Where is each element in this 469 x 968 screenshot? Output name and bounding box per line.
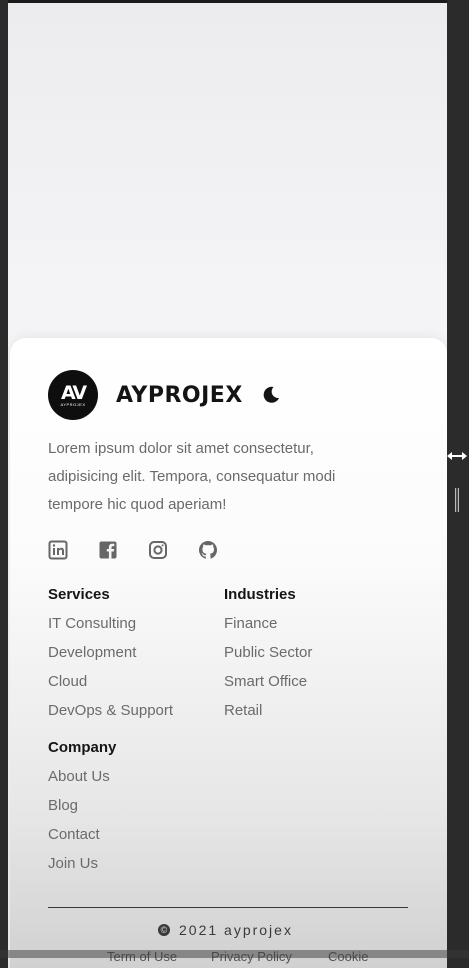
resize-handle[interactable]	[455, 488, 459, 512]
instagram-icon[interactable]	[148, 540, 168, 560]
page-viewport: AV AYPROJEX AYPROJEX Lorem ipsum dolor s…	[8, 0, 447, 968]
link-finance[interactable]: Finance	[224, 615, 277, 632]
link-join-us[interactable]: Join Us	[48, 855, 98, 872]
top-bar	[8, 0, 447, 3]
link-blog[interactable]: Blog	[48, 797, 78, 814]
link-cloud[interactable]: Cloud	[48, 673, 87, 690]
link-smart-office[interactable]: Smart Office	[224, 673, 307, 690]
horizontal-scrollbar[interactable]	[0, 950, 469, 958]
logo-subtext: AYPROJEX	[60, 401, 86, 407]
footer-divider	[48, 907, 408, 908]
footer-brand: AV AYPROJEX AYPROJEX	[48, 370, 281, 420]
services-title: Services	[48, 586, 110, 603]
linkedin-icon[interactable]	[48, 540, 68, 560]
brand-logo[interactable]: AV AYPROJEX	[48, 370, 98, 420]
link-contact[interactable]: Contact	[48, 826, 100, 843]
link-retail[interactable]: Retail	[224, 702, 262, 719]
link-it-consulting[interactable]: IT Consulting	[48, 615, 136, 632]
link-public-sector[interactable]: Public Sector	[224, 644, 312, 661]
logo-mark: AV	[60, 381, 87, 404]
footer-description: Lorem ipsum dolor sit amet consectetur, …	[48, 440, 336, 513]
link-development[interactable]: Development	[48, 644, 136, 661]
company-title: Company	[48, 739, 117, 756]
industries-title: Industries	[224, 586, 296, 603]
moon-icon[interactable]	[261, 385, 281, 405]
github-icon[interactable]	[198, 540, 218, 560]
link-about-us[interactable]: About Us	[48, 768, 110, 785]
copyright-icon: ©	[158, 924, 170, 936]
facebook-icon[interactable]	[98, 540, 118, 560]
copyright-text: 2021 ayprojex	[179, 922, 293, 938]
resize-arrow-icon[interactable]	[446, 448, 468, 464]
site-footer: AV AYPROJEX AYPROJEX Lorem ipsum dolor s…	[10, 338, 447, 968]
link-devops-support[interactable]: DevOps & Support	[48, 702, 173, 719]
brand-name: AYPROJEX	[116, 382, 243, 408]
social-links	[48, 540, 218, 560]
copyright: © 2021 ayprojex	[158, 922, 293, 938]
